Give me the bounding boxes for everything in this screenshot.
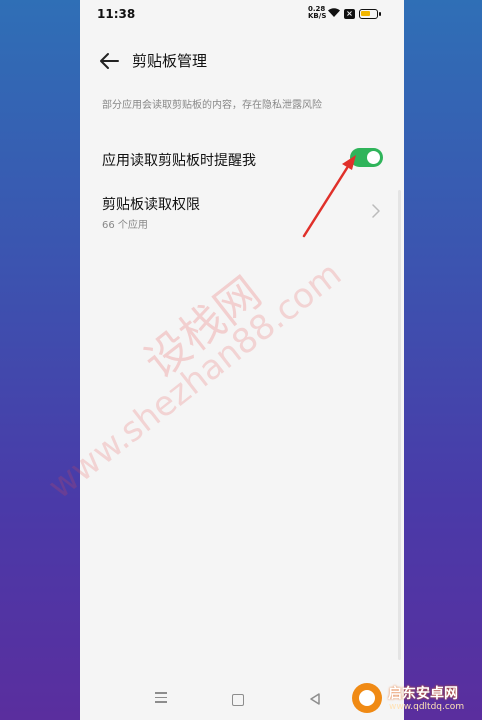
menu-icon[interactable]: [155, 692, 167, 706]
phone-screen: 11:38 0.28 KB/S × 剪贴板管理 部分应用会读取剪贴板的内容，存在…: [80, 0, 404, 720]
status-bar: 11:38 0.28 KB/S ×: [80, 0, 404, 30]
sim-off-icon: ×: [344, 9, 355, 19]
permission-app-count: 66 个应用: [102, 220, 148, 231]
network-speed-unit: KB/S: [308, 12, 327, 20]
site-logo: 启东安卓网 www.qdltdq.com: [352, 680, 482, 720]
scrollbar[interactable]: [398, 190, 401, 660]
notify-setting-row[interactable]: 应用读取剪贴板时提醒我: [80, 138, 404, 180]
notify-setting-label: 应用读取剪贴板时提醒我: [102, 153, 256, 169]
logo-name: 启东安卓网: [388, 686, 458, 702]
chevron-right-icon: [372, 204, 380, 218]
wifi-icon: [328, 8, 340, 17]
notify-toggle[interactable]: [350, 148, 383, 167]
back-triangle-icon[interactable]: [310, 693, 320, 705]
permission-setting-row[interactable]: 剪贴板读取权限 66 个应用: [80, 190, 404, 236]
network-speed: 0.28 KB/S: [308, 6, 327, 20]
logo-badge-icon: [352, 683, 382, 713]
logo-url: www.qdltdq.com: [389, 702, 465, 712]
toggle-knob: [367, 151, 380, 164]
battery-icon: [359, 9, 381, 19]
privacy-description: 部分应用会读取剪贴板的内容，存在隐私泄露风险: [102, 100, 322, 111]
permission-setting-label: 剪贴板读取权限: [102, 197, 200, 213]
status-time: 11:38: [97, 7, 136, 21]
home-icon[interactable]: [232, 694, 244, 706]
page-title: 剪贴板管理: [132, 52, 208, 70]
back-arrow-icon[interactable]: [98, 50, 120, 72]
